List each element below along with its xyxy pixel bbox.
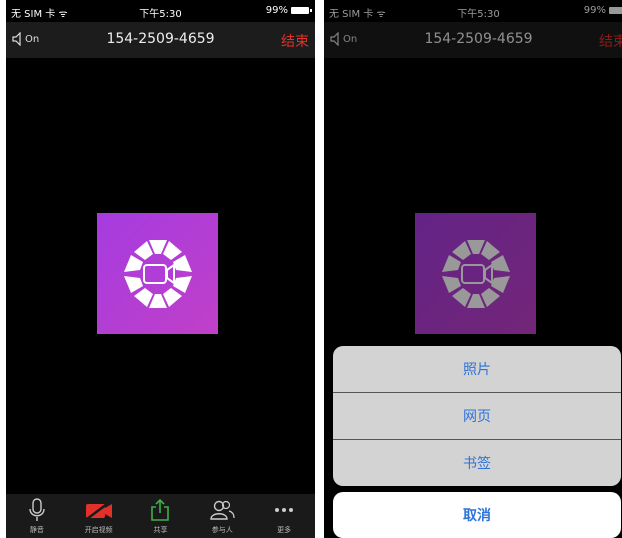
battery-label: 99% — [265, 5, 288, 16]
zoom-camera-logo — [123, 239, 192, 308]
more-button[interactable]: 更多 — [253, 494, 315, 538]
battery-icon — [291, 7, 312, 14]
participants-button[interactable]: 参与人 — [191, 494, 253, 538]
start-video-button[interactable]: 开启视频 — [68, 494, 130, 538]
more-label: 更多 — [277, 526, 292, 534]
end-call-button[interactable]: 结束 — [281, 31, 309, 51]
more-dots-icon — [274, 497, 294, 523]
mute-label: 静音 — [29, 526, 44, 534]
action-photos[interactable]: 照片 — [333, 346, 621, 393]
status-bar: 无 SIM 卡 ᯤ 下午5:30 99% — [6, 0, 315, 22]
mute-button[interactable]: 静音 — [6, 494, 68, 538]
phone-number: 154-2509-4659 — [106, 31, 215, 47]
participants-icon — [209, 497, 235, 523]
call-header: On 154-2509-4659 结束 — [6, 22, 315, 58]
participants-label: 参与人 — [211, 526, 233, 534]
action-bookmarks[interactable]: 书签 — [333, 440, 621, 486]
share-action-sheet: 照片 网页 书签 — [333, 346, 621, 486]
meeting-toolbar: 静音 开启视频 共享 参与人 更多 — [6, 494, 315, 538]
meeting-screen: 无 SIM 卡 ᯤ 下午5:30 99% On 154-2509-4659 结束 — [6, 0, 315, 538]
action-webpage[interactable]: 网页 — [333, 393, 621, 440]
battery-indicator: 99% — [265, 5, 312, 16]
share-button[interactable]: 共享 — [130, 494, 192, 538]
video-off-icon — [84, 497, 114, 523]
cancel-button[interactable]: 取消 — [333, 492, 621, 538]
start-video-label: 开启视频 — [84, 526, 113, 534]
share-label: 共享 — [153, 526, 168, 534]
microphone-icon — [29, 497, 45, 523]
share-icon — [150, 497, 170, 523]
meeting-logo — [97, 213, 218, 334]
share-sheet-screen: 无 SIM 卡 ᯤ 下午5:30 99% On 154-2509-4659 结束 — [324, 0, 622, 538]
